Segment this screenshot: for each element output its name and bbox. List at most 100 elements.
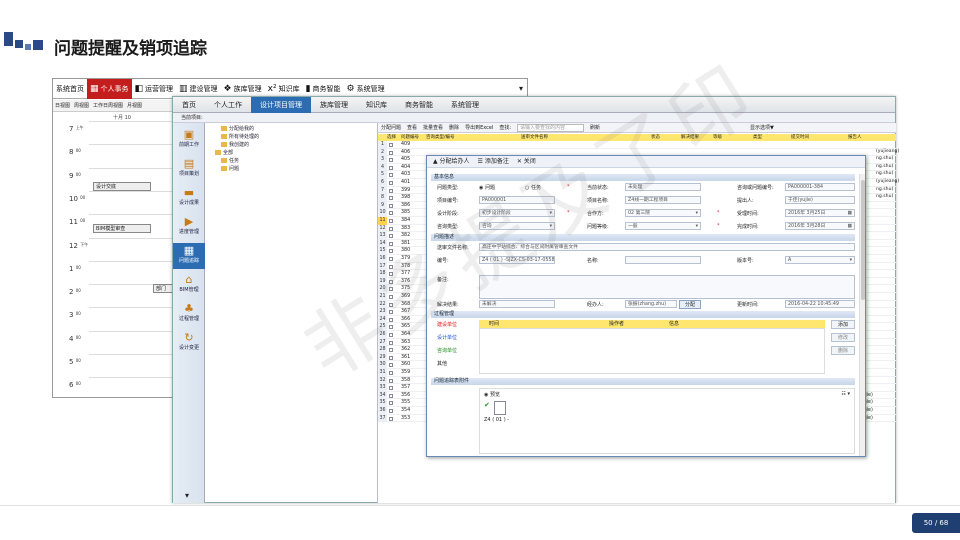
nav-tab-3[interactable]: 族库管理 xyxy=(311,97,357,113)
back-tab-1[interactable]: ▦ 个人事务 xyxy=(87,78,132,99)
row-checkbox[interactable] xyxy=(389,393,393,398)
field-input[interactable]: 02 第三院 ▾ xyxy=(625,209,701,217)
chevron-down-icon[interactable]: ▾ xyxy=(696,210,698,216)
row-checkbox[interactable] xyxy=(389,386,393,391)
row-checkbox[interactable] xyxy=(389,287,393,292)
row-checkbox[interactable] xyxy=(389,409,393,413)
row-checkbox[interactable] xyxy=(389,181,393,185)
sidebar-item-3[interactable]: ▶ 进度管理 xyxy=(173,214,205,240)
field-input[interactable]: A ▾ xyxy=(785,256,855,264)
row-checkbox[interactable] xyxy=(389,226,393,231)
tree-item[interactable]: 分配给我的 xyxy=(221,125,254,132)
row-checkbox[interactable] xyxy=(389,257,393,261)
toolbar-item-6[interactable]: 请输入要查找的内容 xyxy=(517,124,585,132)
row-checkbox[interactable] xyxy=(389,272,393,277)
back-tab-2[interactable]: ◧ 运营管理 xyxy=(132,79,177,99)
toolbar-item-5[interactable]: 查找: xyxy=(499,125,511,131)
dialog-btn-0[interactable]: ▲ 分配给办人 xyxy=(433,158,470,165)
calendar-view-0[interactable]: 日视图 xyxy=(53,102,72,109)
toolbar-item-1[interactable]: 查看 xyxy=(407,125,417,131)
table-row[interactable]: 1 409 xyxy=(378,141,896,149)
row-checkbox[interactable] xyxy=(389,333,393,337)
row-checkbox[interactable] xyxy=(389,203,393,208)
field-input[interactable]: 2016年 3月25日 ▦ xyxy=(785,209,855,217)
sidebar-item-1[interactable]: ▤ 项目策划 xyxy=(173,156,205,182)
sidebar-item-4[interactable]: ▦ 问题追踪 xyxy=(173,243,205,269)
chevron-down-icon[interactable]: ▾ xyxy=(550,223,552,229)
field-input[interactable]: 2016-04-22 10:45:49 xyxy=(785,300,855,308)
org-label[interactable]: 其他 xyxy=(437,360,447,367)
row-checkbox[interactable] xyxy=(389,143,393,147)
row-checkbox[interactable] xyxy=(389,264,393,269)
sidebar-item-5[interactable]: ⌂ BIM管理 xyxy=(173,272,205,298)
nav-tab-1[interactable]: 个人工作 xyxy=(205,97,251,113)
process-delete-button[interactable]: 删除 xyxy=(831,346,855,355)
grid-header-6[interactable]: 等级 xyxy=(713,134,722,141)
grid-header-9[interactable]: 报告人 xyxy=(848,134,862,141)
nav-tab-0[interactable]: 首页 xyxy=(173,97,205,113)
field-input[interactable] xyxy=(479,275,855,299)
row-checkbox[interactable] xyxy=(389,401,393,406)
row-checkbox[interactable] xyxy=(389,340,393,345)
row-checkbox[interactable] xyxy=(389,241,393,246)
row-checkbox[interactable] xyxy=(389,325,393,330)
grid-header-3[interactable]: 送审文件名称 xyxy=(521,134,548,141)
field-input[interactable]: 未处理 xyxy=(625,183,701,191)
back-tab-0[interactable]: 系统首页 xyxy=(53,79,87,99)
row-checkbox[interactable] xyxy=(389,196,393,201)
toolbar-item-4[interactable]: 导出到Excel xyxy=(465,125,493,131)
sidebar-item-6[interactable]: ♣ 过程管理 xyxy=(173,301,205,327)
row-checkbox[interactable] xyxy=(389,363,393,368)
row-checkbox[interactable] xyxy=(389,211,393,216)
dialog-scrollbar[interactable] xyxy=(859,174,865,456)
tree-item[interactable]: 问题 xyxy=(221,165,239,172)
preview-tab[interactable]: ◉ 预览 xyxy=(484,391,500,398)
field-input[interactable]: 初步设计阶段 ▾ xyxy=(479,209,555,217)
calendar-event[interactable]: 设计交底 xyxy=(93,182,151,191)
org-label[interactable]: 咨询单位 xyxy=(437,347,457,354)
nav-tab-2[interactable]: 设计项目管理 xyxy=(251,96,311,113)
calendar-view-3[interactable]: 月视图 xyxy=(125,102,144,109)
process-edit-button[interactable]: 修改 xyxy=(831,333,855,342)
row-checkbox[interactable] xyxy=(389,165,393,170)
nav-tab-6[interactable]: 系统管理 xyxy=(442,97,488,113)
row-checkbox[interactable] xyxy=(389,173,393,178)
distribute-button[interactable]: 分配 xyxy=(679,300,701,309)
chevron-down-icon[interactable]: ▾ xyxy=(850,257,852,263)
field-input[interactable]: 于佳(yujie) xyxy=(785,196,855,204)
grid-header-8[interactable]: 提交时间 xyxy=(791,134,809,141)
field-input[interactable]: PA000001 xyxy=(479,196,555,204)
calendar-icon[interactable]: ▦ xyxy=(847,210,852,216)
sidebar-collapse-icon[interactable]: ▾ xyxy=(185,491,189,500)
grid-header-5[interactable]: 解决结果 xyxy=(681,134,699,141)
grid-header-1[interactable]: 问题编号 xyxy=(401,134,419,141)
dialog-btn-2[interactable]: ✕ 关闭 xyxy=(517,158,536,165)
tree-item[interactable]: 任务 xyxy=(221,157,239,164)
radio-issue[interactable]: ◉ 问题 xyxy=(479,184,495,191)
calendar-event[interactable]: BIM模型审查 xyxy=(93,224,151,233)
toolbar-item-2[interactable]: 批量查看 xyxy=(423,125,443,131)
row-checkbox[interactable] xyxy=(389,295,393,299)
toolbar-item-7[interactable]: 刷新 xyxy=(590,125,600,131)
field-input[interactable] xyxy=(625,256,701,264)
tree-item[interactable]: 我创建的 xyxy=(221,141,249,148)
row-checkbox[interactable] xyxy=(389,249,393,254)
row-checkbox[interactable] xyxy=(389,188,393,193)
row-checkbox[interactable] xyxy=(389,317,393,322)
field-input[interactable]: Z4 ( 01 ) -SJZX-CS-03-17-0558 xyxy=(479,256,555,264)
row-checkbox[interactable] xyxy=(389,279,393,284)
field-input[interactable]: 2016年 3月28日 ▦ xyxy=(785,222,855,230)
nav-tab-5[interactable]: 商务智能 xyxy=(396,97,442,113)
row-checkbox[interactable] xyxy=(389,158,393,163)
row-checkbox[interactable] xyxy=(389,348,393,353)
field-input[interactable]: Z4线一期工程项目 xyxy=(625,196,701,204)
chevron-down-icon[interactable]: ▾ xyxy=(696,223,698,229)
org-label[interactable]: 建设单位 xyxy=(437,321,457,328)
sidebar-item-7[interactable]: ↻ 设计变更 xyxy=(173,330,205,356)
row-checkbox[interactable] xyxy=(389,219,393,223)
sidebar-item-2[interactable]: ▬ 设计成果 xyxy=(173,185,205,211)
toolbar-item-0[interactable]: 分配问题 xyxy=(381,125,401,131)
grid-header-2[interactable]: 咨询类型/编号 xyxy=(426,134,455,141)
field-input[interactable]: 高庄中学站综合、综合与区间附属管审查文件 xyxy=(479,243,855,251)
tree-item[interactable]: 所有待处理的 xyxy=(221,133,259,140)
